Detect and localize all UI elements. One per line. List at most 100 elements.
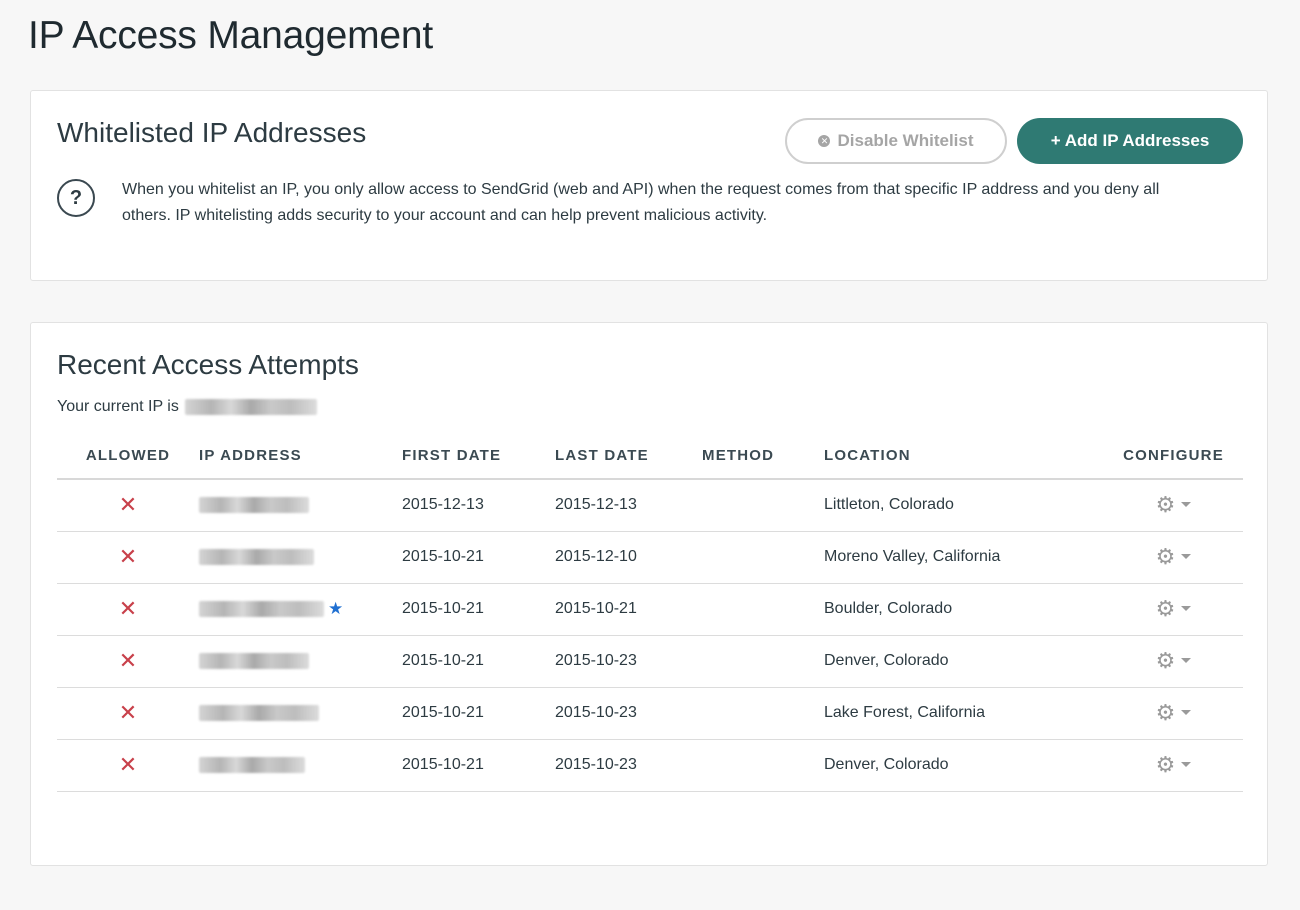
allowed-cell: ✕ <box>57 583 199 636</box>
table-row: ✕ 2015-10-21 2015-10-23 Denver, Colorado… <box>57 739 1243 792</box>
last-date-cell: 2015-10-23 <box>555 739 702 792</box>
first-date-cell: 2015-10-21 <box>402 531 555 584</box>
last-date-cell: 2015-10-21 <box>555 583 702 636</box>
allowed-cell: ✕ <box>57 687 199 740</box>
first-date-cell: 2015-10-21 <box>402 635 555 688</box>
configure-cell: ⚙ <box>1104 739 1243 792</box>
location-cell: Denver, Colorado <box>824 635 1104 688</box>
caret-down-icon <box>1181 762 1192 767</box>
allowed-cell: ✕ <box>57 635 199 688</box>
configure-cell: ⚙ <box>1104 479 1243 532</box>
configure-dropdown[interactable]: ⚙ <box>1155 491 1192 517</box>
configure-dropdown[interactable]: ⚙ <box>1155 647 1192 673</box>
ip-address-cell <box>199 531 402 584</box>
location-cell: Lake Forest, California <box>824 687 1104 740</box>
configure-dropdown[interactable]: ⚙ <box>1155 751 1192 777</box>
table-row: ✕ 2015-12-13 2015-12-13 Littleton, Color… <box>57 479 1243 532</box>
allowed-cell: ✕ <box>57 531 199 584</box>
whitelist-panel: Whitelisted IP Addresses ✕ Disable White… <box>30 90 1268 281</box>
current-ip-redacted <box>184 399 317 415</box>
gear-icon: ⚙ <box>1155 751 1176 777</box>
access-attempts-panel: Recent Access Attempts Your current IP i… <box>30 322 1268 866</box>
method-cell <box>702 583 824 636</box>
table-row: ✕ 2015-10-21 2015-10-23 Lake Forest, Cal… <box>57 687 1243 740</box>
x-mark-icon: ✕ <box>118 752 138 777</box>
ip-address-redacted <box>199 756 305 773</box>
caret-down-icon <box>1181 606 1192 611</box>
gear-icon: ⚙ <box>1155 595 1176 621</box>
last-date-cell: 2015-12-10 <box>555 531 702 584</box>
first-date-cell: 2015-10-21 <box>402 687 555 740</box>
location-cell: Denver, Colorado <box>824 739 1104 792</box>
ip-address-cell <box>199 479 402 532</box>
configure-dropdown[interactable]: ⚙ <box>1155 699 1192 725</box>
column-configure: CONFIGURE <box>1104 433 1243 480</box>
access-attempts-table: ALLOWED IP ADDRESS FIRST DATE LAST DATE … <box>57 433 1243 792</box>
method-cell <box>702 479 824 532</box>
x-mark-icon: ✕ <box>118 700 138 725</box>
ip-address-cell <box>199 635 402 688</box>
allowed-cell: ✕ <box>57 479 199 532</box>
x-mark-icon: ✕ <box>118 648 138 673</box>
configure-dropdown[interactable]: ⚙ <box>1155 543 1192 569</box>
column-method: METHOD <box>702 433 824 480</box>
configure-cell: ⚙ <box>1104 687 1243 740</box>
configure-cell: ⚙ <box>1104 531 1243 584</box>
x-circle-icon: ✕ <box>818 135 831 147</box>
location-cell: Moreno Valley, California <box>824 531 1104 584</box>
last-date-cell: 2015-10-23 <box>555 687 702 740</box>
page-title: IP Access Management <box>28 14 434 57</box>
access-attempts-body: ✕ 2015-12-13 2015-12-13 Littleton, Color… <box>57 479 1243 792</box>
method-cell <box>702 635 824 688</box>
column-last-date: LAST DATE <box>555 433 702 480</box>
method-cell <box>702 739 824 792</box>
ip-address-redacted <box>199 704 319 721</box>
gear-icon: ⚙ <box>1155 543 1176 569</box>
location-cell: Boulder, Colorado <box>824 583 1104 636</box>
method-cell <box>702 531 824 584</box>
ip-address-redacted <box>199 652 309 669</box>
add-ip-addresses-label: + Add IP Addresses <box>1050 131 1210 150</box>
table-row: ✕ ★ 2015-10-21 2015-10-21 Boulder, Color… <box>57 583 1243 636</box>
table-row: ✕ 2015-10-21 2015-10-23 Denver, Colorado… <box>57 635 1243 688</box>
caret-down-icon <box>1181 710 1192 715</box>
gear-icon: ⚙ <box>1155 699 1176 725</box>
add-ip-addresses-button[interactable]: + Add IP Addresses <box>1017 118 1243 164</box>
star-icon: ★ <box>328 599 344 618</box>
disable-whitelist-label: Disable Whitelist <box>837 131 974 150</box>
last-date-cell: 2015-12-13 <box>555 479 702 532</box>
location-cell: Littleton, Colorado <box>824 479 1104 532</box>
column-ip-address: IP ADDRESS <box>199 433 402 480</box>
method-cell <box>702 687 824 740</box>
caret-down-icon <box>1181 658 1192 663</box>
caret-down-icon <box>1181 554 1192 559</box>
whitelist-title: Whitelisted IP Addresses <box>57 117 367 148</box>
disable-whitelist-button[interactable]: ✕ Disable Whitelist <box>785 118 1007 164</box>
ip-address-cell <box>199 739 402 792</box>
configure-cell: ⚙ <box>1104 583 1243 636</box>
gear-icon: ⚙ <box>1155 491 1176 517</box>
allowed-cell: ✕ <box>57 739 199 792</box>
ip-address-redacted <box>199 497 309 514</box>
first-date-cell: 2015-10-21 <box>402 739 555 792</box>
table-row: ✕ 2015-10-21 2015-12-10 Moreno Valley, C… <box>57 531 1243 584</box>
last-date-cell: 2015-10-23 <box>555 635 702 688</box>
configure-dropdown[interactable]: ⚙ <box>1155 595 1192 621</box>
x-mark-icon: ✕ <box>118 544 138 569</box>
caret-down-icon <box>1181 502 1192 508</box>
table-header-row: ALLOWED IP ADDRESS FIRST DATE LAST DATE … <box>57 433 1243 480</box>
gear-icon: ⚙ <box>1155 647 1176 673</box>
ip-address-redacted <box>199 548 314 565</box>
column-allowed: ALLOWED <box>57 433 199 480</box>
ip-address-redacted <box>199 601 324 617</box>
ip-address-cell: ★ <box>199 583 402 636</box>
x-mark-icon: ✕ <box>118 596 138 621</box>
first-date-cell: 2015-12-13 <box>402 479 555 532</box>
x-mark-icon: ✕ <box>118 492 138 518</box>
configure-cell: ⚙ <box>1104 635 1243 688</box>
ip-address-cell <box>199 687 402 740</box>
attempts-title: Recent Access Attempts <box>57 349 359 380</box>
first-date-cell: 2015-10-21 <box>402 583 555 636</box>
whitelist-description: When you whitelist an IP, you only allow… <box>122 181 1160 224</box>
question-circle-icon[interactable]: ? <box>57 179 95 217</box>
